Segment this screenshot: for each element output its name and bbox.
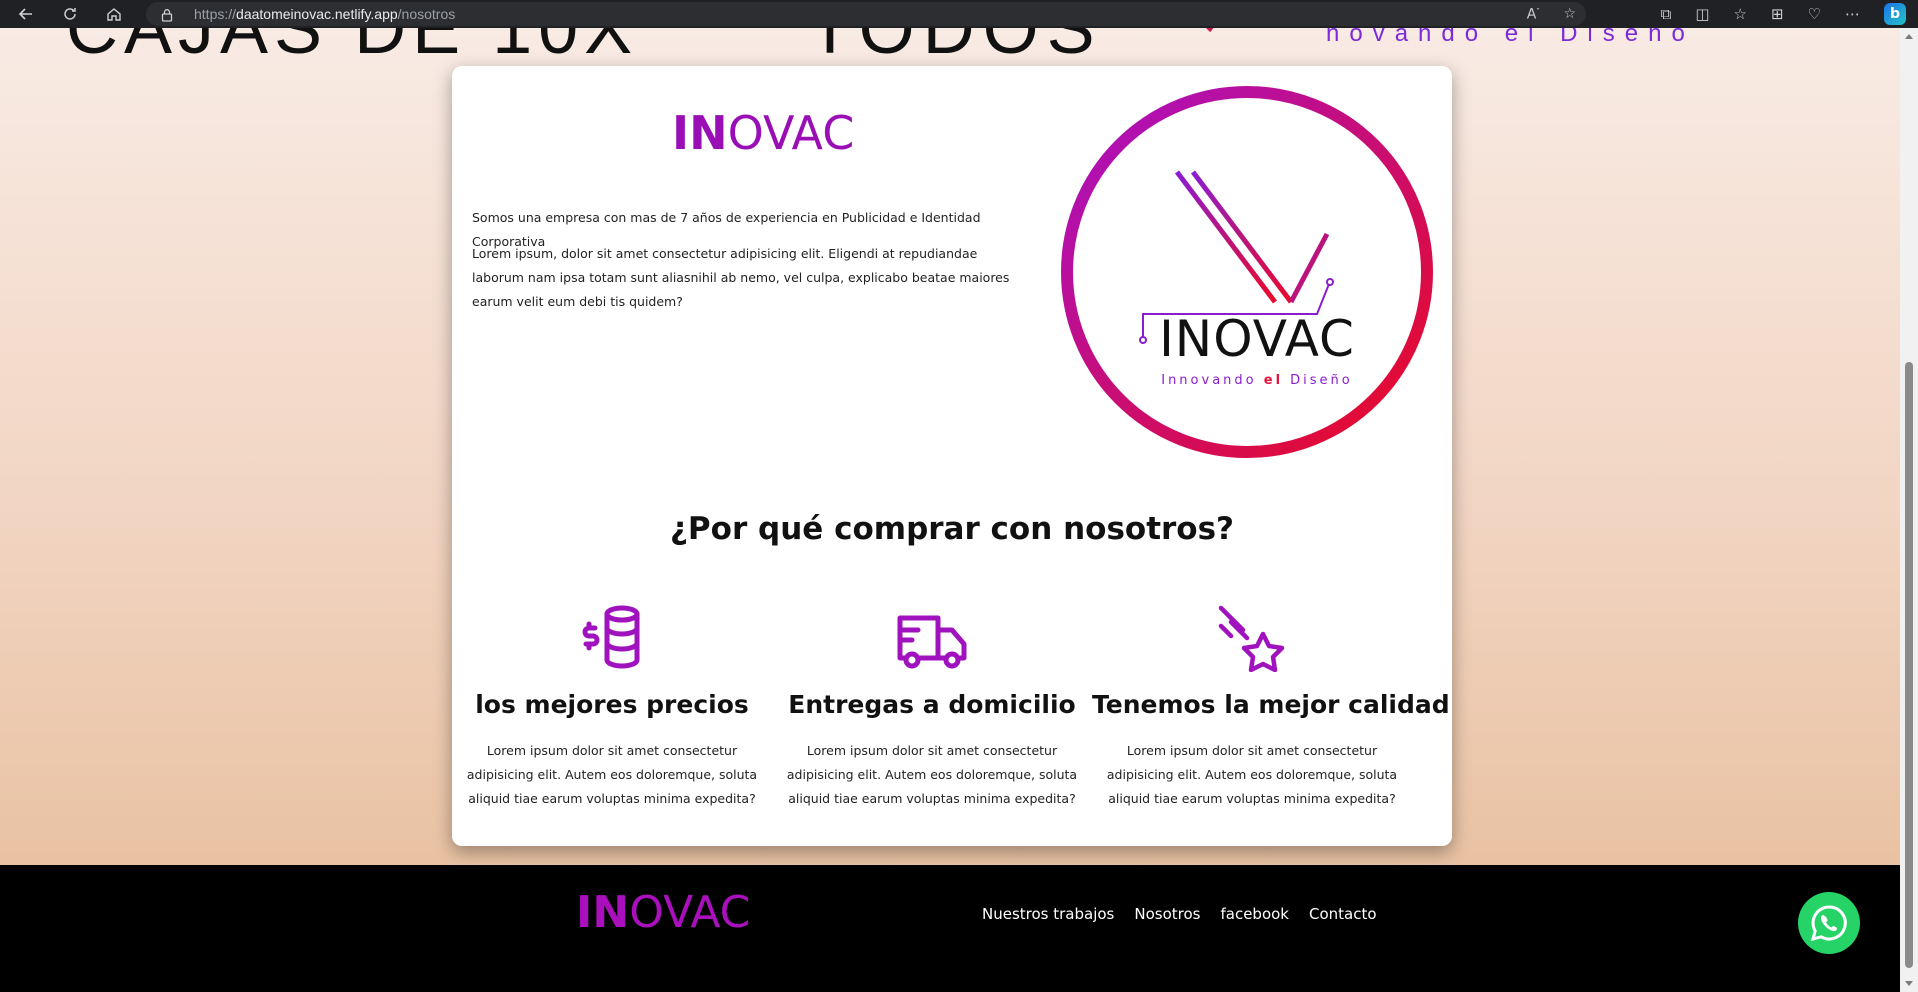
about-body-text: Lorem ipsum, dolor sit amet consectetur … — [472, 246, 1010, 309]
favorites-icon[interactable]: ☆ — [1734, 5, 1747, 23]
logo-tagline-part: Innovando — [1161, 373, 1264, 388]
svg-text:Innovando el Diseño: Innovando el Diseño — [1161, 373, 1353, 388]
footer-link-contacto[interactable]: Contacto — [1309, 905, 1377, 923]
scroll-up-arrow-icon[interactable] — [1905, 34, 1913, 39]
hero-logo-fragment — [1176, 28, 1216, 38]
logo-wordmark: INOVAC — [1159, 310, 1355, 368]
reload-icon[interactable] — [56, 0, 84, 28]
lock-icon — [160, 7, 174, 22]
feature-description: Lorem ipsum dolor sit amet consectetur a… — [786, 743, 1078, 806]
page-viewport: CAJAS DE 10X TODOS novando el Diseño INO… — [0, 28, 1900, 992]
hero-banner-fragment: TODOS — [808, 28, 1103, 69]
split-screen-icon[interactable]: ◫ — [1695, 5, 1709, 23]
footer-link-nuestros-trabajos[interactable]: Nuestros trabajos — [982, 905, 1114, 923]
home-icon[interactable] — [100, 0, 128, 28]
logo-tagline-highlight: el — [1264, 373, 1283, 388]
hero-tagline-fragment: novando el Diseño — [1326, 28, 1695, 47]
delivery-truck-icon — [772, 596, 1092, 672]
read-aloud-icon[interactable]: Aᐩ — [1527, 6, 1540, 23]
footer-brand-logo[interactable]: INOVAC — [576, 887, 750, 938]
browser-essentials-icon[interactable]: ♡ — [1808, 5, 1821, 23]
feature-title: los mejores precios — [475, 690, 749, 719]
url-text: https://daatomeinovac.netlify.app/nosotr… — [194, 6, 456, 22]
feature-best-quality: Tenemos la mejor calidad Lorem ipsum dol… — [1092, 596, 1450, 811]
feature-description: Lorem ipsum dolor sit amet consectetur a… — [466, 743, 758, 806]
address-bar[interactable]: https://daatomeinovac.netlify.app/nosotr… — [146, 2, 1586, 26]
bing-copilot-icon[interactable]: b — [1884, 3, 1906, 25]
whatsapp-icon — [1810, 905, 1847, 942]
more-menu-icon[interactable]: ⋯ — [1845, 5, 1860, 23]
about-brand-title: INOVAC — [672, 106, 855, 160]
feature-home-delivery: Entregas a domicilio Lorem ipsum dolor s… — [772, 596, 1092, 811]
footer-nav: Nuestros trabajos Nosotros facebook Cont… — [982, 905, 1377, 923]
whatsapp-button[interactable] — [1798, 892, 1860, 954]
why-buy-heading: ¿Por qué comprar con nosotros? — [669, 511, 1235, 547]
back-arrow-icon[interactable] — [12, 0, 40, 28]
feature-best-prices: los mejores precios Lorem ipsum dolor si… — [452, 596, 772, 811]
coins-dollar-icon — [452, 596, 772, 672]
inovac-logo: INOVAC Innovando el Diseño — [1059, 84, 1435, 460]
feature-title: Tenemos la mejor calidad — [1092, 690, 1450, 719]
footer-link-nosotros[interactable]: Nosotros — [1134, 905, 1200, 923]
browser-toolbar: https://daatomeinovac.netlify.app/nosotr… — [0, 0, 1918, 28]
feature-title: Entregas a domicilio — [788, 690, 1076, 719]
page-background: CAJAS DE 10X TODOS novando el Diseño INO… — [0, 28, 1900, 865]
hero-banner-fragment: CAJAS DE 10X — [66, 28, 639, 69]
about-card: INOVAC Somos una empresa con mas de 7 añ… — [452, 66, 1452, 846]
shooting-star-icon — [1092, 596, 1412, 672]
favorite-star-icon[interactable]: ☆ — [1563, 6, 1576, 22]
scroll-down-arrow-icon[interactable] — [1905, 981, 1913, 986]
page-scrollbar[interactable] — [1900, 28, 1918, 992]
collections-icon[interactable]: ⊞ — [1771, 5, 1784, 23]
extensions-icon[interactable]: ⧉ — [1661, 5, 1672, 23]
scrollbar-thumb[interactable] — [1905, 362, 1913, 968]
footer-link-facebook[interactable]: facebook — [1220, 905, 1289, 923]
logo-tagline-part: Diseño — [1283, 373, 1353, 388]
site-footer: INOVAC Nuestros trabajos Nosotros facebo… — [0, 865, 1900, 992]
feature-description: Lorem ipsum dolor sit amet consectetur a… — [1106, 743, 1398, 806]
